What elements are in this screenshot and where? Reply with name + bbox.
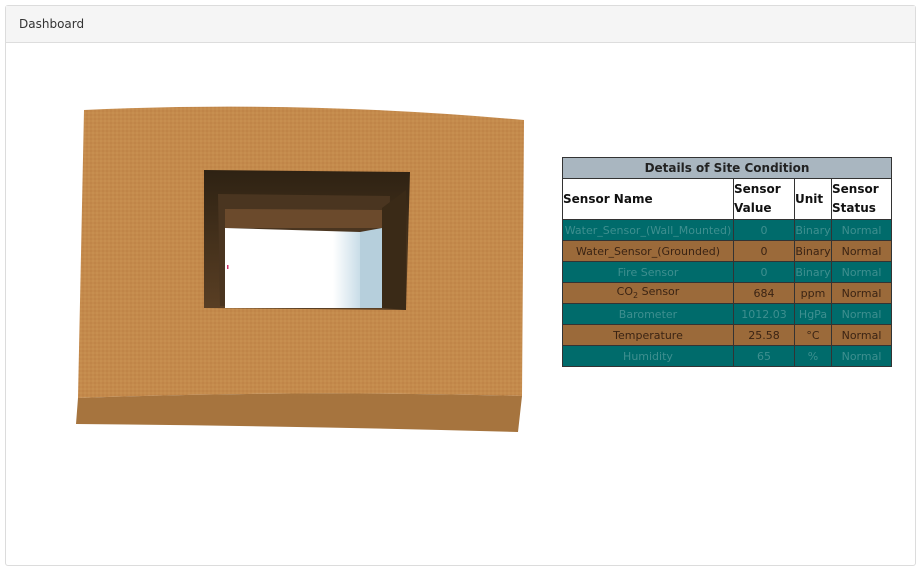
sensor-status: Normal (831, 219, 892, 241)
panel-header: Dashboard (6, 6, 915, 43)
table-row: Water_Sensor_(Grounded) 0 Binary Normal (562, 240, 892, 262)
column-header-sensor-name: Sensor Name (562, 178, 734, 220)
table-row: Fire Sensor 0 Binary Normal (562, 261, 892, 283)
table-row: Water_Sensor_(Wall_Mounted) 0 Binary Nor… (562, 219, 892, 241)
site-condition-table: Details of Site Condition Sensor Name Se… (562, 157, 892, 367)
sensor-name: CO2 Sensor (562, 282, 734, 304)
sensor-name-suffix: Sensor (638, 285, 680, 299)
sensor-unit: HgPa (794, 303, 832, 325)
sensor-name: Humidity (562, 345, 734, 367)
sensor-unit: Binary (794, 240, 832, 262)
sensor-status: Normal (831, 303, 892, 325)
table-row: Barometer 1012.03 HgPa Normal (562, 303, 892, 325)
sensor-value: 0 (733, 219, 795, 241)
window-frame (225, 209, 386, 228)
sensor-status: Normal (831, 261, 892, 283)
sensor-value: 1012.03 (733, 303, 795, 325)
table-row: CO2 Sensor 684 ppm Normal (562, 282, 892, 304)
sensor-unit: Binary (794, 261, 832, 283)
sensor-value: 65 (733, 345, 795, 367)
sensor-unit: % (794, 345, 832, 367)
sensor-value: 684 (733, 282, 795, 304)
sensor-unit: Binary (794, 219, 832, 241)
sensor-name: Water_Sensor_(Wall_Mounted) (562, 219, 734, 241)
sensor-name: Temperature (562, 324, 734, 346)
window-glass (225, 228, 360, 308)
table-row: Humidity 65 % Normal (562, 345, 892, 367)
panel-title: Dashboard (19, 17, 85, 31)
sensor-unit: ppm (794, 282, 832, 304)
table-row: Temperature 25.58 °C Normal (562, 324, 892, 346)
3d-wall-viewer[interactable] (70, 98, 530, 438)
sensor-name-prefix: CO (616, 285, 634, 299)
sensor-name: Barometer (562, 303, 734, 325)
wall-bottom-edge (76, 393, 522, 432)
sensor-value: 25.58 (733, 324, 795, 346)
table-caption: Details of Site Condition (562, 157, 892, 179)
sensor-status: Normal (831, 282, 892, 304)
sensor-status: Normal (831, 324, 892, 346)
sensor-unit: °C (794, 324, 832, 346)
column-header-sensor-value: Sensor Value (733, 178, 795, 220)
column-header-unit: Unit (794, 178, 832, 220)
sensor-status: Normal (831, 240, 892, 262)
sensor-value: 0 (733, 261, 795, 283)
sensor-value: 0 (733, 240, 795, 262)
sensor-status: Normal (831, 345, 892, 367)
sensor-name: Water_Sensor_(Grounded) (562, 240, 734, 262)
sensor-name: Fire Sensor (562, 261, 734, 283)
column-header-sensor-status: Sensor Status (831, 178, 892, 220)
